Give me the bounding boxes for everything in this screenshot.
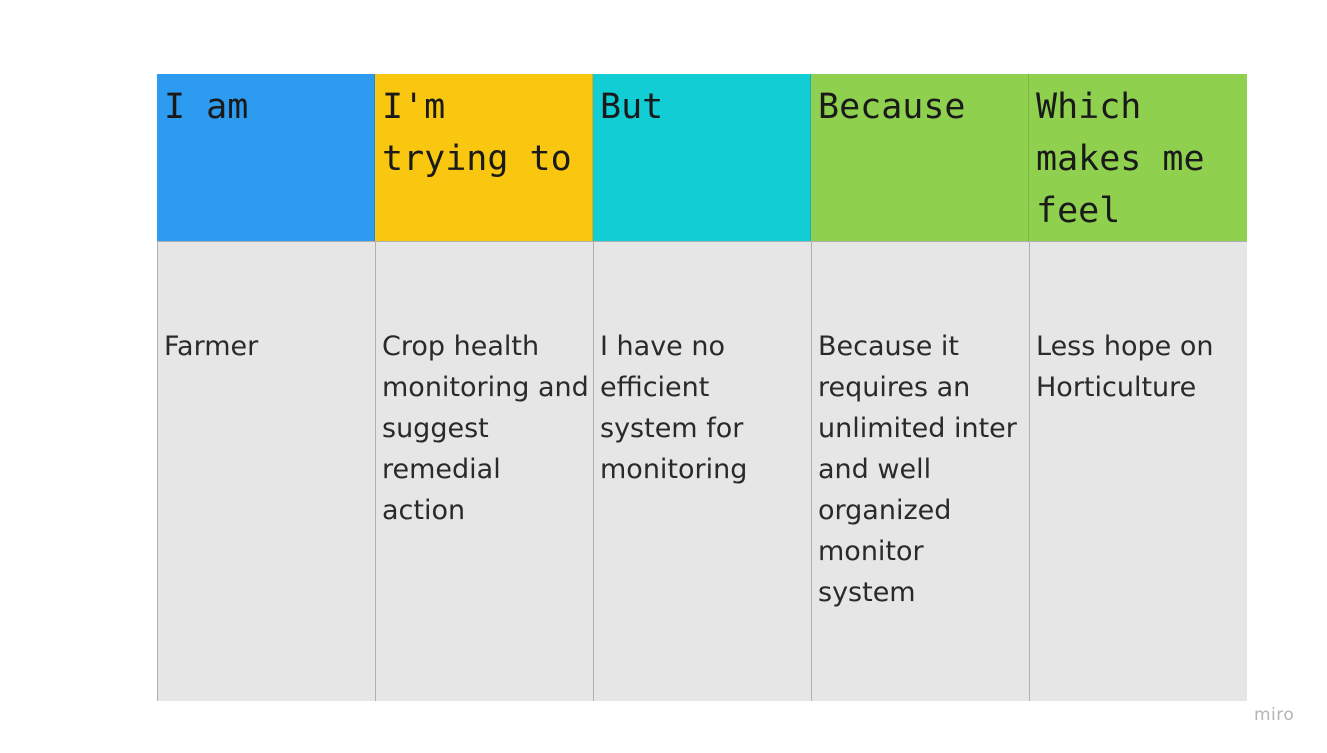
cell-because[interactable]: Because it requires an unlimited inter a… — [811, 241, 1029, 701]
header-trying-to[interactable]: I'm trying to — [375, 74, 593, 241]
header-i-am[interactable]: I am — [157, 74, 375, 241]
header-makes-me-feel[interactable]: Which makes me feel — [1029, 74, 1247, 241]
cell-i-am[interactable]: Farmer — [157, 241, 375, 701]
problem-statement-board: I am I'm trying to But Because Which mak… — [157, 74, 1247, 701]
header-but[interactable]: But — [593, 74, 811, 241]
cell-trying-to[interactable]: Crop health monitoring and suggest remed… — [375, 241, 593, 701]
miro-watermark: miro — [1254, 705, 1295, 725]
header-because[interactable]: Because — [811, 74, 1029, 241]
cell-but[interactable]: I have no efficient system for monitorin… — [593, 241, 811, 701]
cell-makes-me-feel[interactable]: Less hope on Horticulture — [1029, 241, 1247, 701]
